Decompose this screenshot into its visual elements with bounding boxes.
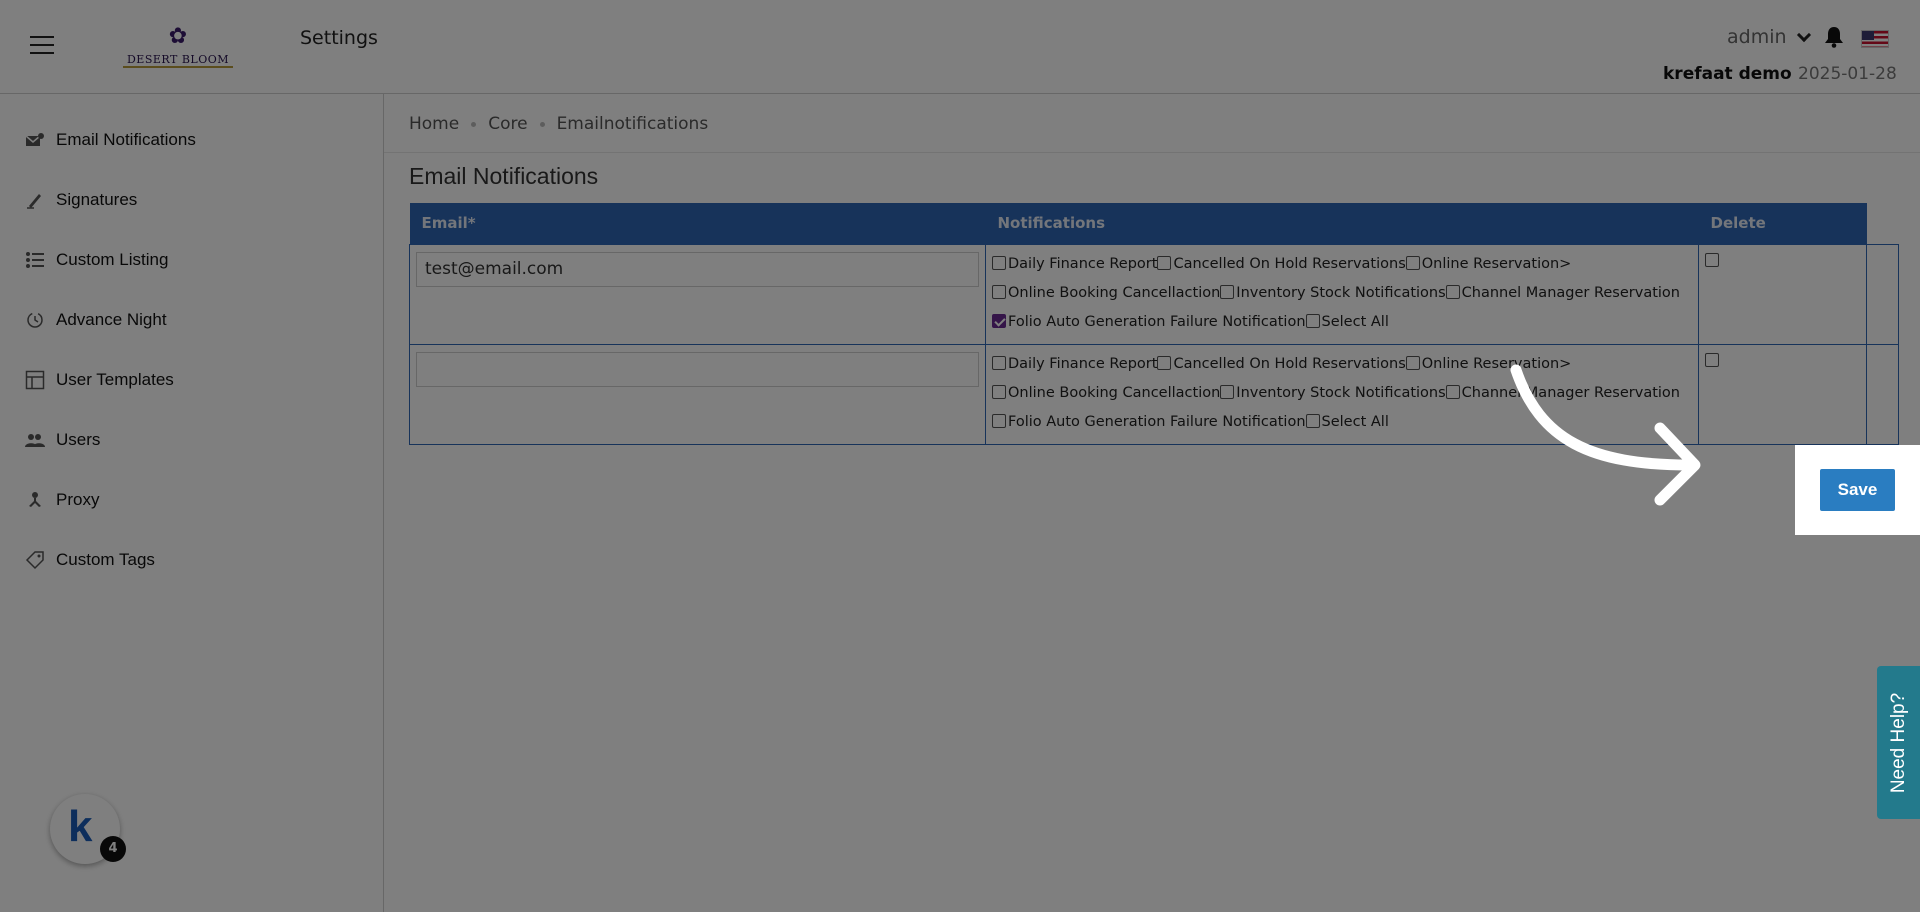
us-flag-icon[interactable]: [1861, 30, 1889, 48]
bell-icon[interactable]: [1824, 26, 1844, 48]
chevron-down-icon: [1796, 27, 1811, 42]
email-input[interactable]: [416, 351, 979, 387]
checkbox-online-booking-cancellation[interactable]: [992, 384, 1006, 399]
checkbox-daily-finance-report[interactable]: [992, 255, 1006, 270]
sidebar-item-users[interactable]: Users: [24, 424, 100, 456]
hamburger-menu-icon[interactable]: [30, 36, 54, 54]
clock-icon: [24, 309, 46, 331]
column-header-notifications: Notifications: [985, 203, 1699, 244]
sidebar-item-label: Advance Night: [56, 310, 167, 329]
checkbox-label: Online Booking Cancellaction: [1008, 284, 1221, 301]
email-input[interactable]: [416, 251, 979, 287]
checkbox-daily-finance-report[interactable]: [992, 355, 1006, 370]
list-icon: [24, 249, 46, 271]
flower-logo-icon: ✿: [168, 24, 188, 49]
checkbox-label: Online Booking Cancellaction: [1008, 384, 1221, 401]
page-title: Email Notifications: [409, 163, 599, 189]
email-cell: [409, 343, 986, 445]
header-user-name: krefaat demo: [1663, 64, 1792, 84]
breadcrumb-separator: [539, 121, 545, 127]
notification-count-badge: 4: [100, 836, 126, 862]
checkbox-label: Folio Auto Generation Failure Notificati…: [1008, 313, 1306, 330]
checkbox-online-reservation[interactable]: [1405, 355, 1420, 370]
header-date: 2025-01-28: [1798, 64, 1897, 84]
tag-icon: [24, 549, 46, 571]
sidebar-item-proxy[interactable]: Proxy: [24, 484, 99, 516]
checkbox-label: Cancelled On Hold Reservations: [1173, 355, 1406, 372]
sidebar-item-label: User Templates: [56, 370, 174, 389]
spacer-cell: [1866, 243, 1899, 345]
logo-text: DESERT BLOOM: [122, 53, 234, 68]
checkbox-select-all[interactable]: [1305, 313, 1320, 328]
brand-logo[interactable]: ✿ DESERT BLOOM: [108, 24, 248, 68]
sidebar-item-label: Signatures: [56, 190, 138, 209]
column-header-delete: Delete: [1698, 203, 1867, 244]
sidebar-item-custom-listing[interactable]: Custom Listing: [24, 244, 168, 276]
sidebar-item-advance-night[interactable]: Advance Night: [24, 304, 167, 336]
sidebar-item-label: Custom Listing: [56, 250, 169, 269]
sidebar-item-email-notifications[interactable]: Email Notifications: [24, 124, 196, 156]
email-notification-icon: [24, 129, 46, 151]
sidebar-item-label: Proxy: [56, 490, 100, 509]
checkbox-label: Inventory Stock Notifications: [1236, 284, 1446, 301]
checkbox-folio-auto-generation[interactable]: [992, 413, 1006, 428]
column-header-email: Email*: [409, 203, 986, 244]
breadcrumb-current: Emailnotifications: [556, 114, 709, 134]
spacer-cell: [1866, 343, 1899, 445]
template-icon: [24, 369, 46, 391]
user-menu-label: admin: [1727, 26, 1787, 48]
checkbox-label: Channel Manager Reservation: [1461, 284, 1680, 301]
breadcrumb-home[interactable]: Home: [409, 114, 459, 134]
sidebar: Email Notifications Signatures Custom Li…: [0, 94, 384, 912]
checkbox-label: Folio Auto Generation Failure Notificati…: [1008, 413, 1306, 430]
users-icon: [24, 429, 46, 451]
delete-cell: [1698, 243, 1867, 345]
sidebar-item-label: Custom Tags: [56, 550, 155, 569]
checkbox-channel-manager[interactable]: [1445, 384, 1460, 399]
checkbox-label: Cancelled On Hold Reservations: [1173, 255, 1406, 272]
sidebar-item-user-templates[interactable]: User Templates: [24, 364, 174, 396]
need-help-label: Need Help?: [1887, 692, 1909, 793]
user-menu-dropdown[interactable]: admin: [1727, 26, 1811, 48]
checkbox-inventory-stock[interactable]: [1220, 384, 1235, 399]
checkbox-select-all[interactable]: [1305, 413, 1320, 428]
save-button[interactable]: Save: [1820, 469, 1895, 511]
breadcrumb-divider: [384, 152, 1920, 153]
checkbox-folio-auto-generation[interactable]: [992, 313, 1006, 328]
checkbox-cancelled-on-hold[interactable]: [1157, 355, 1172, 370]
signature-icon: [24, 189, 46, 211]
checkbox-label: Select All: [1321, 313, 1389, 330]
checkbox-online-reservation[interactable]: [1405, 255, 1420, 270]
k-logo-icon: k: [68, 802, 93, 851]
checkbox-label: Inventory Stock Notifications: [1236, 384, 1446, 401]
assistant-launcher-button[interactable]: k 4: [50, 794, 126, 864]
sidebar-item-signatures[interactable]: Signatures: [24, 184, 137, 216]
breadcrumb: Home Core Emailnotifications: [409, 114, 708, 134]
notifications-cell: Daily Finance Report Cancelled On Hold Re…: [985, 243, 1699, 345]
delete-checkbox[interactable]: [1705, 252, 1719, 267]
breadcrumb-core[interactable]: Core: [488, 114, 527, 134]
checkbox-label: Daily Finance Report: [1008, 255, 1158, 272]
checkbox-label: Online Reservation>: [1421, 255, 1572, 272]
proxy-icon: [24, 489, 46, 511]
sidebar-item-label: Users: [56, 430, 101, 449]
sidebar-item-custom-tags[interactable]: Custom Tags: [24, 544, 155, 576]
email-cell: [409, 243, 986, 345]
table-header-row: Email* Notifications Delete: [409, 203, 1899, 244]
need-help-tab[interactable]: Need Help?: [1877, 666, 1920, 819]
checkbox-cancelled-on-hold[interactable]: [1157, 255, 1172, 270]
breadcrumb-separator: [471, 121, 477, 127]
table-row: Daily Finance Report Cancelled On Hold Re…: [409, 243, 1899, 345]
top-header: ✿ DESERT BLOOM Settings admin krefaat de…: [0, 0, 1920, 94]
delete-cell: [1698, 343, 1867, 445]
checkbox-inventory-stock[interactable]: [1220, 284, 1235, 299]
checkbox-label: Daily Finance Report: [1008, 355, 1158, 372]
header-title: Settings: [300, 27, 378, 49]
checkbox-channel-manager[interactable]: [1445, 284, 1460, 299]
column-header-spacer: [1867, 203, 1899, 244]
tutorial-arrow-icon: [1510, 364, 1701, 506]
sidebar-item-label: Email Notifications: [56, 130, 196, 149]
checkbox-online-booking-cancellation[interactable]: [992, 284, 1006, 299]
checkbox-label: Select All: [1321, 413, 1389, 430]
